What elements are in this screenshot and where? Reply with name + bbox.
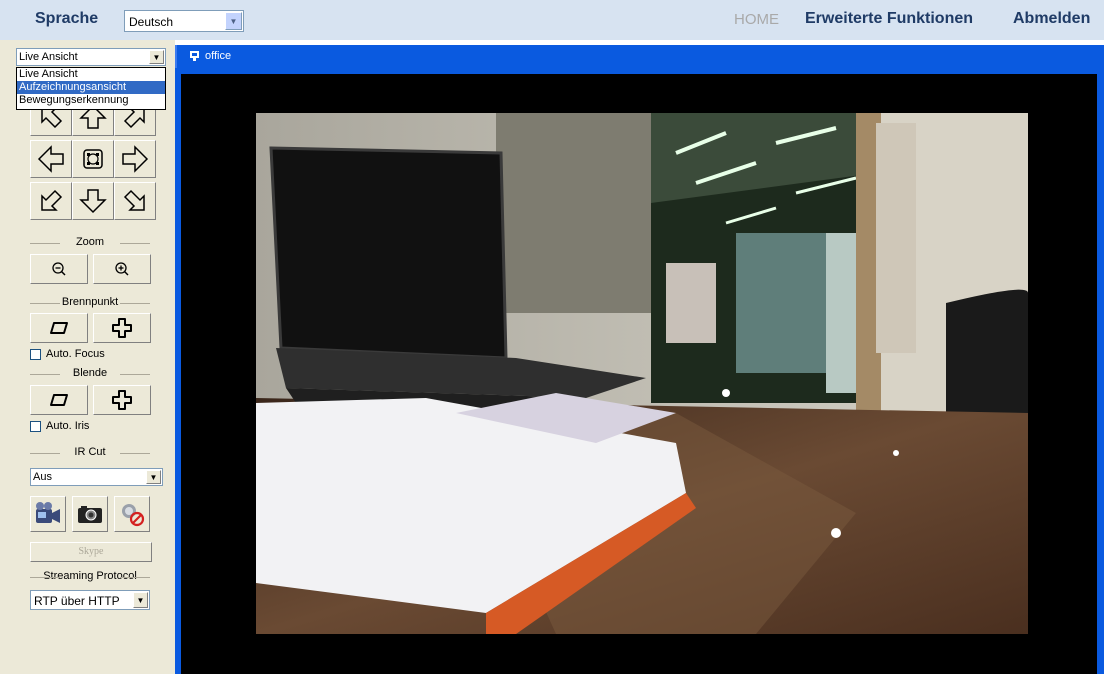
arrow-down-right-icon: [123, 189, 145, 211]
record-video-button[interactable]: [30, 496, 66, 532]
stop-button[interactable]: [114, 496, 150, 532]
auto-focus-checkbox[interactable]: Auto. Focus: [30, 348, 170, 362]
focus-near-button[interactable]: [30, 313, 88, 343]
ircut-section-label: IR Cut: [30, 446, 150, 460]
iris-open-button[interactable]: [93, 385, 151, 415]
checkbox-box[interactable]: [30, 421, 41, 432]
focus-far-icon: [112, 318, 132, 338]
zoom-out-icon: [52, 262, 66, 276]
focus-near-icon: [50, 322, 68, 334]
arrow-right-icon: [122, 145, 149, 173]
pan-down-left-button[interactable]: [30, 182, 72, 220]
language-select[interactable]: Deutsch ▼: [124, 10, 244, 32]
auto-iris-checkbox[interactable]: Auto. Iris: [30, 420, 170, 434]
nav-home-link[interactable]: HOME: [734, 11, 779, 28]
arrow-left-icon: [37, 145, 64, 173]
top-bar: Sprache Deutsch ▼ HOME Erweiterte Funkti…: [0, 0, 1104, 40]
camera-name: office: [205, 50, 232, 62]
live-video-feed[interactable]: [256, 113, 1028, 634]
tilt-down-button[interactable]: [72, 182, 114, 220]
nav-advanced-link[interactable]: Erweiterte Funktionen: [805, 10, 973, 28]
view-mode-dropdown-list: Live Ansicht Aufzeichnungsansicht Bewegu…: [16, 67, 166, 110]
chevron-down-icon[interactable]: ▼: [146, 470, 161, 484]
focus-section-label: Brennpunkt: [30, 296, 150, 310]
zoom-out-button[interactable]: [30, 254, 88, 284]
view-option-recording[interactable]: Aufzeichnungsansicht: [17, 81, 165, 94]
streaming-protocol-select[interactable]: RTP über HTTP ▼: [30, 590, 150, 610]
skype-button[interactable]: Skype: [30, 542, 152, 562]
zoom-in-icon: [115, 262, 129, 276]
arrow-down-left-icon: [41, 189, 63, 211]
zoom-in-button[interactable]: [93, 254, 151, 284]
iris-close-button[interactable]: [30, 385, 88, 415]
snapshot-button[interactable]: [72, 496, 108, 532]
camera-icon: [190, 51, 199, 61]
auto-iris-label: Auto. Iris: [46, 420, 90, 432]
video-title-bar: office: [175, 45, 1104, 68]
auto-focus-label: Auto. Focus: [46, 348, 105, 360]
arrow-down-icon: [79, 189, 107, 214]
streaming-section-label: Streaming Protocol: [30, 570, 150, 584]
iris-section-label: Blende: [30, 367, 150, 381]
zoom-section-label: Zoom: [30, 236, 150, 250]
home-position-button[interactable]: [72, 140, 114, 178]
checkbox-box[interactable]: [30, 349, 41, 360]
pan-down-right-button[interactable]: [114, 182, 156, 220]
iris-open-icon: [112, 390, 132, 410]
streaming-protocol-value: RTP über HTTP: [34, 594, 120, 608]
language-label: Sprache: [35, 10, 99, 27]
nav-logout-link[interactable]: Abmelden: [1013, 10, 1090, 28]
ircut-select-value: Aus: [33, 471, 52, 483]
camera-icon: [78, 506, 102, 523]
ircut-select[interactable]: Aus ▼: [30, 468, 163, 486]
iris-close-icon: [50, 394, 68, 406]
pan-right-button[interactable]: [114, 140, 156, 178]
view-option-motion[interactable]: Bewegungserkennung: [17, 94, 165, 107]
focus-far-button[interactable]: [93, 313, 151, 343]
view-option-live[interactable]: Live Ansicht: [17, 68, 165, 81]
no-record-icon: [122, 504, 145, 527]
chevron-down-icon[interactable]: ▼: [133, 592, 148, 608]
chevron-down-icon[interactable]: ▼: [225, 12, 242, 30]
view-mode-select[interactable]: Live Ansicht ▼: [16, 48, 166, 66]
center-icon: [83, 149, 103, 169]
chevron-down-icon[interactable]: ▼: [149, 50, 164, 64]
pan-left-button[interactable]: [30, 140, 72, 178]
video-camera-icon: [36, 502, 60, 523]
language-select-value: Deutsch: [129, 15, 174, 29]
view-mode-value: Live Ansicht: [19, 51, 78, 63]
control-panel: Live Ansicht ▼ Live Ansicht Aufzeichnung…: [0, 40, 175, 674]
office-scene-image: [256, 113, 1028, 634]
